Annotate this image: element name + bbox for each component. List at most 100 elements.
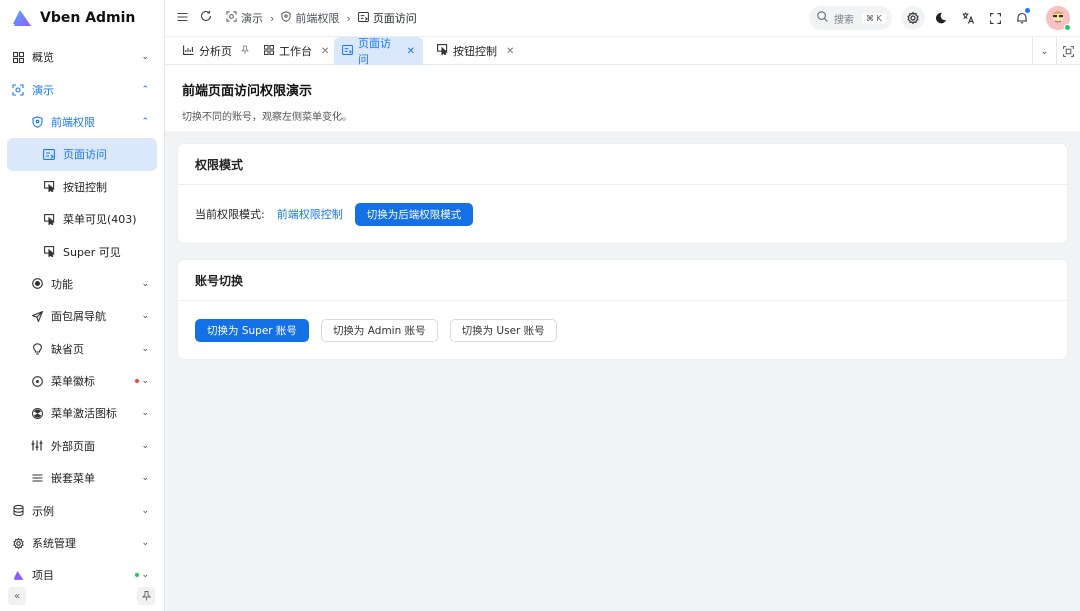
sidebar-item-overview[interactable]: 概览 ⌄ [0,41,164,73]
vben-logo-icon [11,568,25,582]
gear-icon[interactable] [901,6,925,30]
switch-admin-account-button[interactable]: 切换为 Admin 账号 [320,318,438,342]
dashboard-icon [11,50,25,64]
sidebar-item-page-access[interactable]: 页面访问 [7,138,157,171]
close-icon[interactable]: ✕ [506,46,514,57]
chevron-down-icon: ⌄ [141,440,149,451]
avatar[interactable] [1046,6,1071,31]
close-icon[interactable]: ✕ [321,46,329,57]
sidebar-item-frontend-access[interactable]: 前端权限 ⌃ [0,106,164,138]
sidebar-item-external-page[interactable]: 外部页面 ⌄ [0,430,164,462]
sidebar-item-label: 概览 [32,51,54,65]
close-icon[interactable]: ✕ [407,46,415,57]
moon-icon[interactable] [930,6,952,30]
chevron-down-icon: ⌄ [141,505,149,516]
chevron-down-icon: ⌄ [141,473,149,484]
sidebar-item-label: 页面访问 [63,148,107,162]
sidebar-item-label: 演示 [32,83,54,97]
pointer-icon [42,180,56,194]
chevron-down-icon: ⌄ [141,538,149,549]
app-logo[interactable]: Vben Admin [0,0,164,36]
breadcrumb-item[interactable]: 演示 [241,10,263,26]
search-placeholder: 搜索 [834,14,854,26]
switch-super-account-button[interactable]: 切换为 Super 账号 [195,318,309,342]
breadcrumb: 演示 › 前端权限 › 页面访问 [226,10,417,26]
collapse-sidebar-icon[interactable]: « [8,587,26,605]
tab-analytics[interactable]: 分析页 [175,37,257,65]
page-title: 前端页面访问权限演示 [182,84,313,99]
card-body: 当前权限模式: 前端权限控制 切换为后端权限模式 [178,185,1067,243]
page-access-icon [342,44,353,58]
pointer-icon [42,245,56,259]
sidebar-item-breadcrumb-nav[interactable]: 面包屑导航 ⌄ [0,300,164,332]
bell-icon[interactable] [1011,6,1033,30]
switch-to-backend-mode-button[interactable]: 切换为后端权限模式 [354,202,474,226]
tabs-dropdown-icon[interactable]: ⌄ [1032,37,1056,65]
tab-page-access[interactable]: 页面访问 ✕ [334,37,423,66]
badge-dot [135,573,139,578]
sidebar-item-super-visible[interactable]: Super 可见 [0,235,164,267]
tab-label: 分析页 [199,45,232,58]
menu-toggle-icon[interactable] [177,11,188,26]
tab-label: 页面访问 [358,37,391,66]
card-body: 切换为 Super 账号 切换为 Admin 账号 切换为 User 账号 [178,301,1067,359]
chart-icon [183,45,194,58]
current-mode-value: 前端权限控制 [276,208,343,221]
breadcrumb-item[interactable]: 前端权限 [295,10,339,26]
sidebar-item-label: 菜单可见(403) [63,213,137,227]
chevron-down-icon: ⌄ [141,278,149,289]
app-title: Vben Admin [40,10,136,26]
sidebar-item-menu-visible-403[interactable]: 菜单可见(403) [0,203,164,235]
chevron-down-icon: ⌄ [141,376,149,387]
switch-user-account-button[interactable]: 切换为 User 账号 [449,318,557,342]
pin-icon[interactable] [240,45,250,58]
notification-dot [1025,8,1030,13]
sidebar-item-label: 按钮控制 [63,180,107,194]
translate-icon[interactable] [957,6,979,30]
chevron-down-icon: ⌄ [141,408,149,419]
refresh-icon[interactable] [200,10,212,26]
card-title: 权限模式 [178,144,1067,185]
page-header: 前端页面访问权限演示 切换不同的账号，观察左侧菜单变化。 [165,65,1080,131]
chevron-right-icon: › [270,11,275,25]
tab-bar: 分析页 工作台 ✕ 页面访问 ✕ 按钮控制 ✕ ⌄ [165,37,1080,66]
sidebar-item-label: 嵌套菜单 [51,472,95,486]
vben-logo-icon [10,9,32,27]
sidebar-item-features[interactable]: 功能 ⌄ [0,268,164,300]
chevron-down-icon: ⌄ [141,343,149,354]
permission-mode-card: 权限模式 当前权限模式: 前端权限控制 切换为后端权限模式 [177,143,1068,244]
clock-icon [30,374,44,388]
sidebar-item-label: 面包屑导航 [51,310,106,324]
sidebar-footer: « [0,587,164,605]
pin-icon[interactable] [137,587,155,605]
search-button[interactable]: 搜索 ⌘ K [809,6,892,30]
scan-icon [11,83,25,97]
tab-label: 工作台 [279,45,312,58]
sidebar-item-menu-badge[interactable]: 菜单徽标 ⌄ [0,365,164,397]
tab-workspace[interactable]: 工作台 ✕ [256,37,337,65]
sidebar-item-label: Super 可见 [63,245,121,259]
breadcrumb-item-current: 页面访问 [372,12,417,25]
tab-label: 按钮控制 [453,45,497,58]
shield-icon [281,11,291,25]
sidebar-item-button-control[interactable]: 按钮控制 [0,171,164,203]
page-description: 切换不同的账号，观察左侧菜单变化。 [182,112,352,123]
sidebar-item-system-management[interactable]: 系统管理 ⌄ [0,527,164,559]
online-status-dot [1064,24,1071,31]
search-icon [817,11,828,25]
maximize-content-icon[interactable] [1056,37,1080,65]
sidebar-item-demos[interactable]: 演示 ⌃ [0,73,164,105]
radiation-icon [30,406,44,420]
sidebar-item-examples[interactable]: 示例 ⌄ [0,494,164,526]
sidebar-item-fallback-page[interactable]: 缺省页 ⌄ [0,333,164,365]
shield-icon [30,115,44,129]
fullscreen-icon[interactable] [984,6,1006,30]
scan-icon [226,11,237,25]
pointer-icon [42,212,56,226]
sidebar-item-nested-menu[interactable]: 嵌套菜单 ⌄ [0,462,164,494]
chevron-up-icon: ⌃ [141,84,149,95]
tab-button-control[interactable]: 按钮控制 ✕ [429,37,522,65]
sidebar-menu: 概览 ⌄ 演示 ⌃ 前端权限 ⌃ 页面访问 按钮控制 菜单可见(403) Sup… [0,41,164,592]
sidebar-item-label: 系统管理 [32,537,76,551]
sidebar-item-menu-active-icon[interactable]: 菜单激活图标 ⌄ [0,397,164,429]
